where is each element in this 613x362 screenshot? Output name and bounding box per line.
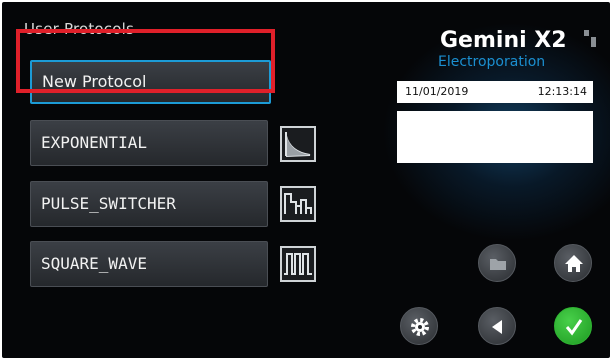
status-panel [397,111,593,163]
back-icon [492,320,502,334]
protocol-button-square-wave[interactable]: SQUARE_WAVE [30,241,268,287]
checkmark-icon [565,319,583,336]
back-button[interactable] [478,307,516,345]
selection-highlight [16,29,275,93]
exponential-decay-icon [280,126,316,162]
home-icon [565,255,583,272]
date-display: 11/01/2019 [405,85,469,98]
folder-icon [490,259,506,270]
pulse-switcher-icon [280,186,316,222]
protocol-button-pulse-switcher[interactable]: PULSE_SWITCHER [30,181,268,227]
confirm-button[interactable] [554,307,592,345]
gear-icon [411,318,429,336]
square-wave-icon [280,246,316,282]
folder-button[interactable] [478,244,516,282]
signal-icon [584,28,598,50]
time-display: 12:13:14 [537,85,587,98]
brand-title: Gemini X2 [440,28,567,53]
protocol-button-exponential[interactable]: EXPONENTIAL [30,120,268,166]
home-button[interactable] [554,244,592,282]
brand-subtitle: Electroporation [438,54,546,70]
device-screen: User Protocols New Protocol EXPONENTIAL … [2,2,610,358]
settings-button[interactable] [400,307,438,345]
datetime-bar: 11/01/2019 12:13:14 [397,81,593,103]
